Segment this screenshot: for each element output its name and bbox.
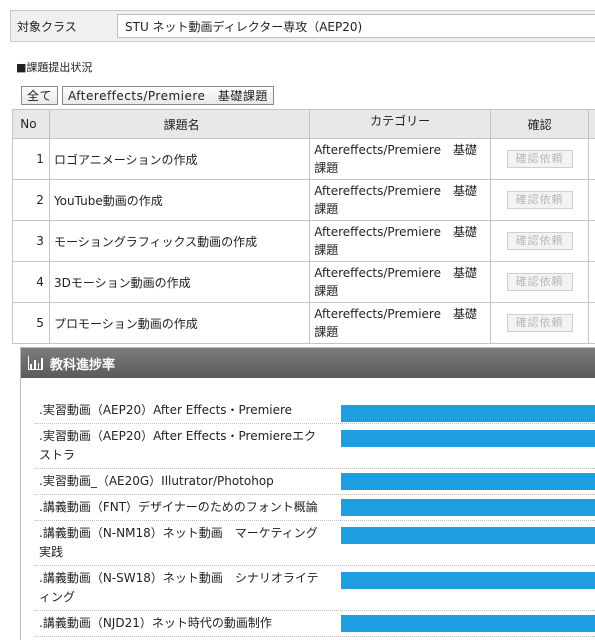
course-label: 対象クラス xyxy=(17,19,77,34)
confirm-request-button[interactable]: 確認依頼 xyxy=(506,273,573,291)
filter-basic-button[interactable]: Aftereffects/Premiere 基礎課題 xyxy=(62,86,274,105)
col-extra xyxy=(588,109,595,139)
subject-label[interactable]: .実習動画（AEP20）After Effects・Premiereエクストラ xyxy=(35,424,327,468)
table-header: No 課題名 カテゴリー 確認 xyxy=(12,109,595,139)
task-table: No 課題名 カテゴリー 確認 1 ロゴアニメーションの作成 Aftereffe… xyxy=(12,109,595,344)
col-confirm: 確認 xyxy=(490,109,590,139)
col-category: カテゴリー xyxy=(309,109,492,139)
table-row: 2 YouTube動画の作成 Aftereffects/Premiere 基礎課… xyxy=(12,179,595,221)
list-item: .講義動画（N-SW18）ネット動画 シナリオライティング xyxy=(35,566,595,611)
progress-bar xyxy=(341,527,595,544)
row-name: ロゴアニメーションの作成 xyxy=(48,138,311,180)
confirm-request-button[interactable]: 確認依頼 xyxy=(506,150,573,168)
progress-bar xyxy=(341,572,595,589)
row-name: YouTube動画の作成 xyxy=(48,179,311,221)
list-item: .講義動画（FNT）デザイナーのためのフォント概論 xyxy=(35,495,595,521)
progress-bar xyxy=(341,615,595,632)
progress-bar xyxy=(341,405,595,422)
row-category: Aftereffects/Premiere 基礎課題 xyxy=(309,261,492,303)
row-no: 5 xyxy=(12,302,50,344)
filter-all-button[interactable]: 全て xyxy=(21,86,59,105)
progress-panel: 教科進捗率 .実習動画（AEP20）After Effects・Premiere… xyxy=(20,347,595,640)
subject-label[interactable]: .講義動画（N-SW18）ネット動画 シナリオライティング xyxy=(35,566,327,610)
subject-label[interactable]: .実習動画（AEP20）After Effects・Premiere xyxy=(35,398,327,423)
list-item: .講義動画（NJD21）ネット時代の動画制作 xyxy=(35,611,595,637)
table-row: 5 プロモーション動画の作成 Aftereffects/Premiere 基礎課… xyxy=(12,302,595,344)
row-category: Aftereffects/Premiere 基礎課題 xyxy=(309,220,492,262)
course-select[interactable]: STU ネット動画ディレクター専攻（AEP20) xyxy=(117,14,595,38)
list-item: .講義動画（N-NM18）ネット動画 マーケティング実践 xyxy=(35,521,595,566)
row-no: 1 xyxy=(12,138,50,180)
subject-label[interactable]: .実習動画_（AE20G）Illutrator/Photohop xyxy=(35,469,327,494)
row-no: 2 xyxy=(12,179,50,221)
row-no: 3 xyxy=(12,220,50,262)
list-item: .実習動画（AEP20）After Effects・Premiereエクストラ xyxy=(35,424,595,469)
row-no: 4 xyxy=(12,261,50,303)
col-no: No xyxy=(12,109,50,139)
subject-label[interactable]: .講義動画（FNT）デザイナーのためのフォント概論 xyxy=(35,495,327,520)
row-category: Aftereffects/Premiere 基礎課題 xyxy=(309,179,492,221)
list-item: .実習動画_（AE20G）Illutrator/Photohop xyxy=(35,469,595,495)
section-title: ■課題提出状況 xyxy=(16,61,93,74)
col-name: 課題名 xyxy=(48,109,311,139)
filter-buttons: 全て Aftereffects/Premiere 基礎課題 xyxy=(21,86,274,105)
list-item: .実習動画（AEP20）After Effects・Premiere xyxy=(35,398,595,424)
table-row: 4 3Dモーション動画の作成 Aftereffects/Premiere 基礎課… xyxy=(12,261,595,303)
progress-list: .実習動画（AEP20）After Effects・Premiere .実習動画… xyxy=(35,398,595,637)
row-name: プロモーション動画の作成 xyxy=(48,302,311,344)
bar-chart-icon xyxy=(28,356,43,370)
progress-bar xyxy=(341,473,595,490)
table-row: 3 モーショングラフィックス動画の作成 Aftereffects/Premier… xyxy=(12,220,595,262)
subject-label[interactable]: .講義動画（N-NM18）ネット動画 マーケティング実践 xyxy=(35,521,327,565)
confirm-request-button[interactable]: 確認依頼 xyxy=(506,232,573,250)
row-name: モーショングラフィックス動画の作成 xyxy=(48,220,311,262)
confirm-request-button[interactable]: 確認依頼 xyxy=(506,191,573,209)
row-category: Aftereffects/Premiere 基礎課題 xyxy=(309,302,492,344)
row-name: 3Dモーション動画の作成 xyxy=(48,261,311,303)
subject-label[interactable]: .講義動画（NJD21）ネット時代の動画制作 xyxy=(35,611,327,636)
progress-bar xyxy=(341,499,595,516)
confirm-request-button[interactable]: 確認依頼 xyxy=(506,314,573,332)
table-row: 1 ロゴアニメーションの作成 Aftereffects/Premiere 基礎課… xyxy=(12,138,595,180)
row-category: Aftereffects/Premiere 基礎課題 xyxy=(309,138,492,180)
progress-bar xyxy=(341,430,595,447)
panel-header: 教科進捗率 xyxy=(21,348,595,378)
course-selector: 対象クラス STU ネット動画ディレクター専攻（AEP20) xyxy=(10,10,595,42)
panel-title: 教科進捗率 xyxy=(50,357,116,373)
